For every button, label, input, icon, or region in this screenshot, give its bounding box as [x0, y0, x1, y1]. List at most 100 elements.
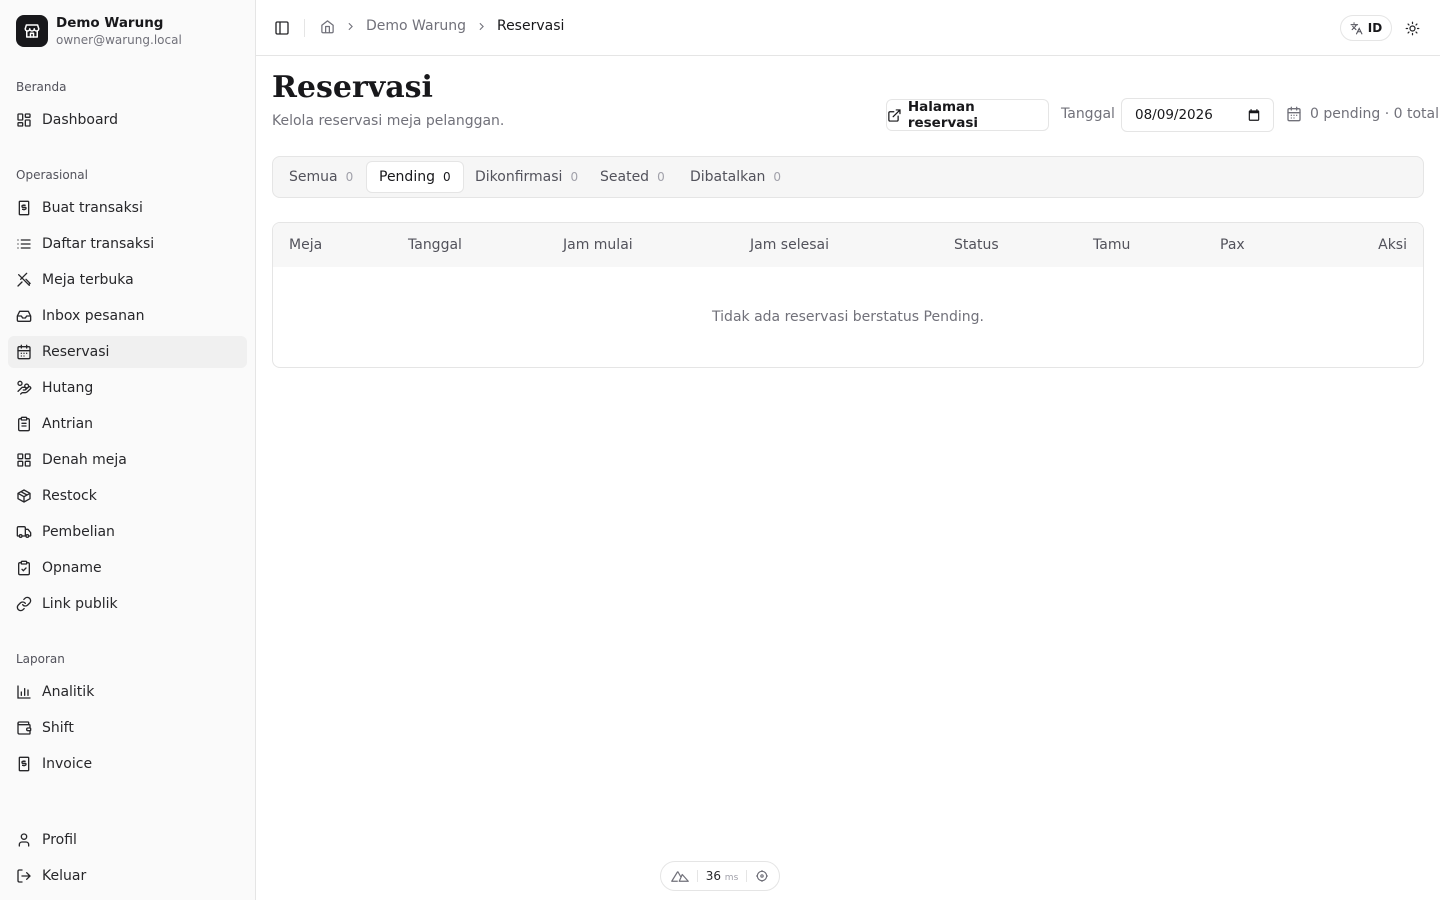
sidebar: Demo Warung owner@warung.local Beranda D…: [0, 0, 256, 900]
dev-toolbar[interactable]: 36 ms: [660, 861, 780, 891]
user-icon: [18, 833, 30, 847]
crosshair-icon[interactable]: [755, 869, 769, 883]
link-icon: [16, 596, 32, 612]
sidebar-item-reservasi[interactable]: Reservasi: [8, 336, 247, 368]
store-icon: [16, 15, 48, 47]
sidebar-item-buat-transaksi[interactable]: Buat transaksi: [8, 192, 247, 224]
language-code: ID: [1367, 21, 1383, 35]
empty-state-message: Tidak ada reservasi berstatus Pending.: [712, 309, 984, 325]
tab-pending[interactable]: Pending 0: [366, 161, 464, 193]
tab-semua[interactable]: Semua 0: [277, 161, 365, 193]
date-value: 08/09/2026: [1135, 107, 1213, 123]
column-header-tanggal[interactable]: Tanggal: [408, 237, 462, 253]
external-link-icon: [888, 108, 901, 122]
tab-label: Dikonfirmasi: [475, 169, 563, 185]
column-header-meja[interactable]: Meja: [289, 237, 322, 253]
dashboard-icon: [17, 113, 31, 127]
sidebar-toggle-button[interactable]: [272, 16, 292, 40]
sidebar-item-denah-meja[interactable]: Denah meja: [8, 444, 247, 476]
column-header-tamu[interactable]: Tamu: [1093, 237, 1130, 253]
user-email: owner@warung.local: [56, 33, 182, 47]
sidebar-item-label: Daftar transaksi: [42, 236, 155, 252]
sidebar-item-pembelian[interactable]: Pembelian: [8, 516, 247, 548]
sidebar-item-analitik[interactable]: Analitik: [8, 676, 247, 708]
bar-chart-icon: [17, 685, 31, 699]
column-header-aksi: Aksi: [1378, 237, 1407, 253]
reservations-table: Meja Tanggal Jam mulai Jam selesai Statu…: [272, 222, 1424, 368]
sidebar-item-restock[interactable]: Restock: [8, 480, 247, 512]
store-switcher[interactable]: Demo Warung owner@warung.local: [16, 14, 182, 48]
page-title: Reservasi: [272, 70, 433, 105]
column-header-status[interactable]: Status: [954, 237, 999, 253]
table-header: Meja Tanggal Jam mulai Jam selesai Statu…: [273, 223, 1423, 267]
summary-text: 0 pending · 0 total: [1310, 106, 1439, 122]
sun-icon: [1405, 21, 1419, 35]
sidebar-item-label: Antrian: [42, 416, 94, 432]
chevron-right-icon: [348, 22, 353, 30]
sidebar-item-label: Analitik: [42, 684, 95, 700]
sidebar-item-daftar-transaksi[interactable]: Daftar transaksi: [8, 228, 247, 260]
section-label-operasional: Operasional: [16, 168, 88, 182]
render-time-unit: ms: [724, 873, 739, 883]
column-header-jam-mulai[interactable]: Jam mulai: [563, 237, 633, 253]
sidebar-item-label: Dashboard: [42, 112, 118, 128]
sidebar-item-label: Shift: [42, 720, 74, 736]
logout-icon: [17, 869, 31, 883]
sidebar-item-dashboard[interactable]: Dashboard: [8, 104, 247, 136]
home-icon[interactable]: [320, 19, 335, 34]
tab-label: Semua: [289, 169, 338, 185]
sidebar-item-label: Meja terbuka: [42, 272, 134, 288]
sidebar-item-label: Link publik: [42, 596, 118, 612]
sidebar-item-link-publik[interactable]: Link publik: [8, 588, 247, 620]
calendar-icon: [1287, 106, 1301, 122]
hand-coins-icon: [17, 380, 32, 395]
truck-icon: [16, 526, 32, 538]
sidebar-item-inbox-pesanan[interactable]: Inbox pesanan: [8, 300, 247, 332]
section-label-laporan: Laporan: [16, 652, 65, 666]
tab-dibatalkan[interactable]: Dibatalkan 0: [678, 161, 793, 193]
theme-toggle-button[interactable]: [1402, 18, 1422, 38]
breadcrumb-store-link[interactable]: Demo Warung: [366, 18, 466, 34]
tab-count: 0: [773, 170, 782, 184]
sidebar-nav[interactable]: Beranda Dashboard Operasional Buat trans…: [0, 60, 255, 824]
sidebar-item-keluar[interactable]: Keluar: [8, 860, 247, 892]
header-divider: [304, 19, 305, 37]
nuxt-logo-icon[interactable]: [671, 870, 689, 882]
tab-count: 0: [345, 170, 354, 184]
breadcrumb-current: Reservasi: [496, 18, 565, 34]
panel-left-icon: [275, 21, 289, 35]
calendar-picker-icon[interactable]: [1247, 108, 1261, 122]
store-name: Demo Warung: [56, 15, 164, 31]
page-subtitle: Kelola reservasi meja pelanggan.: [272, 113, 505, 129]
calendar-icon: [17, 344, 31, 360]
date-label: Tanggal: [1061, 106, 1115, 122]
sidebar-item-profil[interactable]: Profil: [8, 824, 247, 856]
clipboard-check-icon: [18, 560, 30, 576]
sidebar-item-antrian[interactable]: Antrian: [8, 408, 247, 440]
sidebar-item-label: Profil: [42, 832, 77, 848]
date-input[interactable]: 08/09/2026: [1121, 98, 1274, 132]
render-time: 36 ms: [706, 869, 739, 883]
reservation-page-label: Halaman reservasi: [907, 99, 979, 131]
language-switch-button[interactable]: ID: [1340, 15, 1392, 41]
sidebar-item-opname[interactable]: Opname: [8, 552, 247, 584]
sidebar-item-invoice[interactable]: Invoice: [8, 748, 247, 780]
breadcrumb: Demo Warung Reservasi: [320, 18, 564, 34]
reservation-page-button[interactable]: Halaman reservasi: [886, 99, 1049, 131]
sidebar-item-shift[interactable]: Shift: [8, 712, 247, 744]
tab-count: 0: [570, 170, 579, 184]
sidebar-item-hutang[interactable]: Hutang: [8, 372, 247, 404]
devbar-divider: [696, 870, 698, 882]
top-bar: Demo Warung Reservasi ID: [256, 0, 1440, 56]
tab-seated[interactable]: Seated 0: [588, 161, 677, 193]
sidebar-item-label: Restock: [42, 488, 97, 504]
receipt-icon: [18, 200, 30, 216]
sidebar-item-meja-terbuka[interactable]: Meja terbuka: [8, 264, 247, 296]
column-header-pax[interactable]: Pax: [1220, 237, 1245, 253]
tab-label: Seated: [600, 169, 650, 185]
tab-dikonfirmasi[interactable]: Dikonfirmasi 0: [463, 161, 590, 193]
column-header-jam-selesai[interactable]: Jam selesai: [750, 237, 829, 253]
sidebar-item-label: Opname: [42, 560, 102, 576]
sidebar-item-label: Inbox pesanan: [42, 308, 145, 324]
sidebar-item-label: Buat transaksi: [42, 200, 143, 216]
